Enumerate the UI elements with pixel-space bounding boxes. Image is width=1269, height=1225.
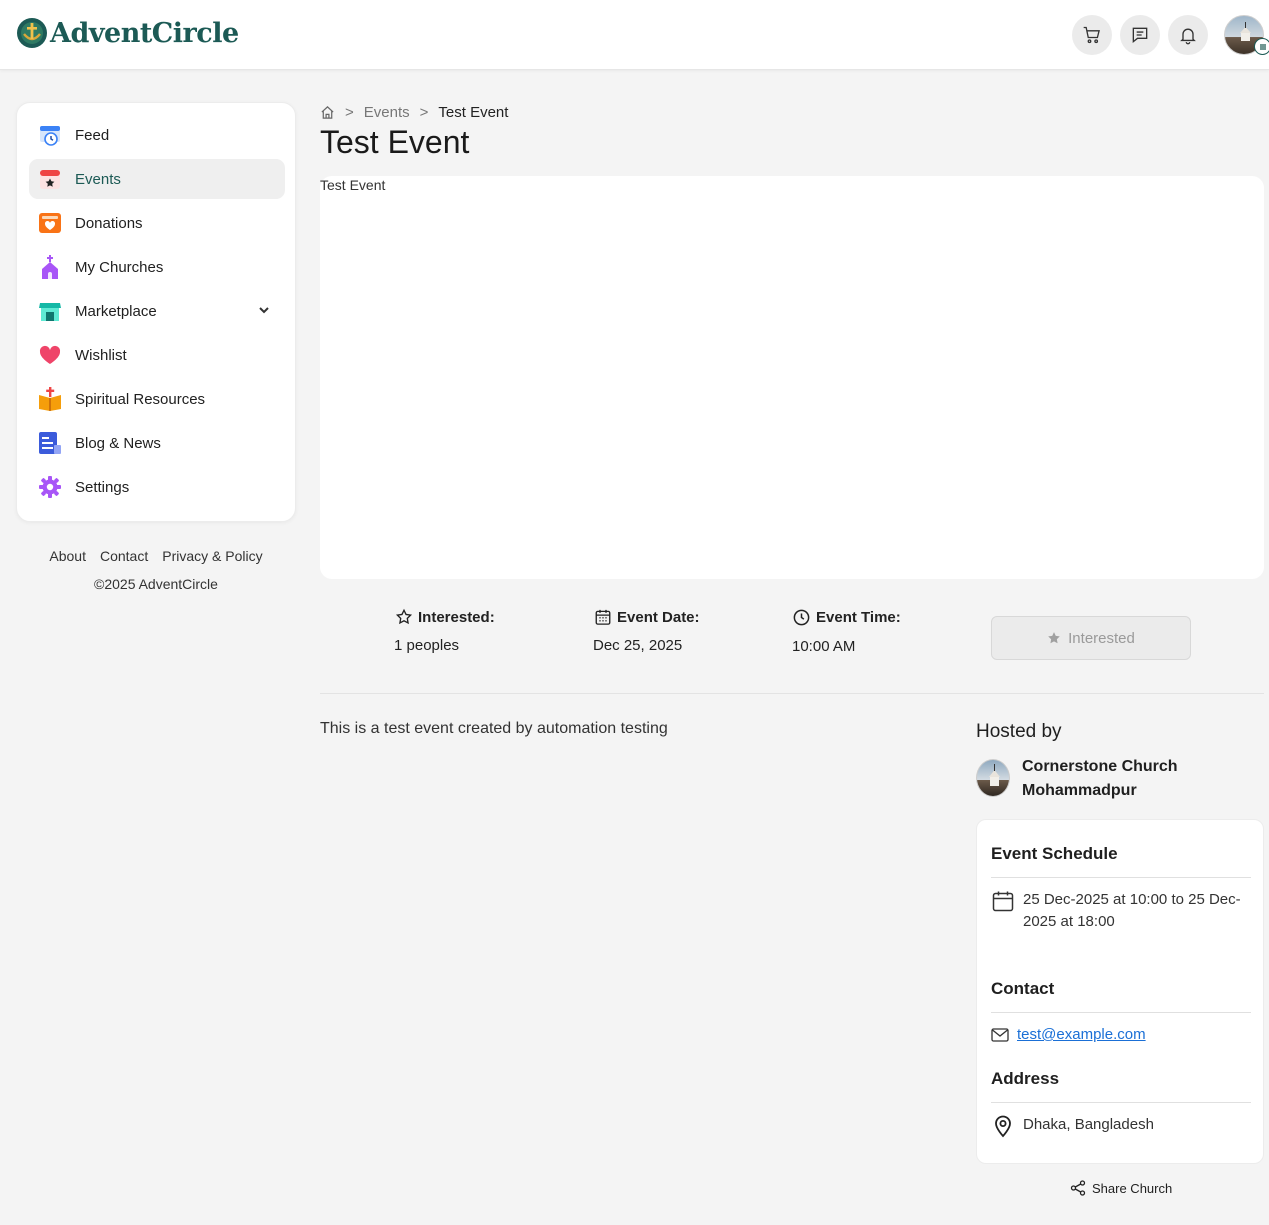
event-image [320, 176, 1264, 579]
calendar-icon [37, 166, 63, 192]
messages-icon [1132, 27, 1148, 44]
interested-stat: Interested: 1 peoples [394, 608, 495, 655]
sidebar-item-feed[interactable]: Feed [29, 115, 285, 155]
schedule-text: 25 Dec-2025 at 10:00 to 25 Dec-2025 at 1… [1023, 891, 1241, 930]
divider [991, 877, 1251, 878]
share-icon [1070, 1180, 1086, 1196]
logo[interactable]: AdventCircle [16, 17, 239, 49]
event-info-card: Event Schedule 25 Dec-2025 at 10:00 to 2… [976, 819, 1264, 1164]
star-icon [395, 608, 413, 625]
footer-link-about[interactable]: About [49, 548, 86, 564]
breadcrumb-current: Test Event [438, 104, 509, 121]
breadcrumb-separator: > [345, 104, 354, 121]
bell-icon [1180, 28, 1196, 45]
store-icon [37, 298, 63, 324]
address-title: Address [991, 1069, 1060, 1088]
divider [991, 1012, 1251, 1013]
cart-button[interactable] [1072, 15, 1112, 55]
messages-button[interactable] [1120, 15, 1160, 55]
breadcrumb-separator: > [419, 104, 429, 121]
gear-icon [37, 474, 63, 500]
divider [320, 693, 1264, 694]
host-avatar[interactable] [976, 759, 1010, 797]
sidebar-item-settings[interactable]: Settings [29, 467, 285, 507]
interested-button[interactable]: Interested [991, 616, 1191, 660]
contact-email-link[interactable]: test@example.com [1017, 1024, 1146, 1046]
sidebar-item-blog-news[interactable]: Blog & News [29, 423, 285, 463]
event-image-alt-text: Test Event [320, 177, 386, 193]
share-church-button[interactable]: Share Church [1070, 1180, 1172, 1196]
copyright: ©2025 AdventCircle [94, 576, 218, 592]
sidebar-item-marketplace[interactable]: Marketplace [29, 291, 285, 331]
contact-row: test@example.com [991, 1024, 1253, 1046]
mail-icon [991, 1028, 1009, 1042]
sidebar-item-spiritual-resources[interactable]: Spiritual Resources [29, 379, 285, 419]
event-date-value: Dec 25, 2025 [593, 637, 683, 654]
schedule-title: Event Schedule [991, 844, 1118, 863]
top-header: AdventCircle [0, 0, 1269, 70]
bible-icon [37, 386, 63, 412]
divider [991, 1102, 1251, 1103]
chevron-down-icon[interactable] [257, 303, 271, 317]
clock-icon [793, 609, 810, 626]
event-time-value: 10:00 AM [792, 638, 856, 655]
menu-icon [1259, 43, 1266, 50]
event-date-stat: Event Date: Dec 25, 2025 [593, 608, 700, 655]
church-icon [37, 254, 63, 280]
contact-title: Contact [991, 979, 1055, 998]
calendar-icon [992, 891, 1014, 912]
church-photo-icon [989, 764, 1000, 786]
sidebar-item-donations[interactable]: Donations [29, 203, 285, 243]
sidebar-item-events[interactable]: Events [29, 159, 285, 199]
heart-icon [37, 342, 63, 368]
sidebar: Feed Events Donations My Churches Market… [16, 102, 296, 522]
star-filled-icon [1048, 632, 1060, 644]
news-icon [37, 430, 63, 456]
breadcrumb-events-link[interactable]: Events [364, 104, 410, 121]
host-name[interactable]: Cornerstone Church Mohammadpur [1022, 755, 1252, 803]
address-text: Dhaka, Bangladesh [1023, 1116, 1154, 1133]
address-row: Dhaka, Bangladesh [991, 1114, 1253, 1138]
feed-icon [37, 122, 63, 148]
logo-mark-icon [17, 18, 47, 48]
hosted-by-title: Hosted by [976, 721, 1062, 742]
cart-icon [1083, 26, 1100, 44]
breadcrumb: > Events > Test Event [320, 104, 508, 121]
home-icon[interactable] [320, 105, 335, 120]
sidebar-item-wishlist[interactable]: Wishlist [29, 335, 285, 375]
schedule-row: 25 Dec-2025 at 10:00 to 25 Dec-2025 at 1… [991, 889, 1253, 933]
account-menu-button[interactable] [1254, 38, 1269, 55]
notifications-button[interactable] [1168, 15, 1208, 55]
logo-text: AdventCircle [50, 17, 239, 49]
page-title: Test Event [320, 124, 470, 160]
interested-count: 1 peoples [394, 637, 460, 654]
sidebar-item-my-churches[interactable]: My Churches [29, 247, 285, 287]
footer-link-privacy[interactable]: Privacy & Policy [162, 548, 262, 564]
footer-link-contact[interactable]: Contact [100, 548, 148, 564]
event-time-stat: Event Time: 10:00 AM [792, 609, 901, 655]
donation-box-icon [37, 210, 63, 236]
calendar-icon [595, 609, 611, 625]
map-pin-icon [995, 1115, 1011, 1138]
event-description: This is a test event created by automati… [320, 720, 668, 737]
footer-links: About Contact Privacy & Policy [16, 548, 296, 564]
